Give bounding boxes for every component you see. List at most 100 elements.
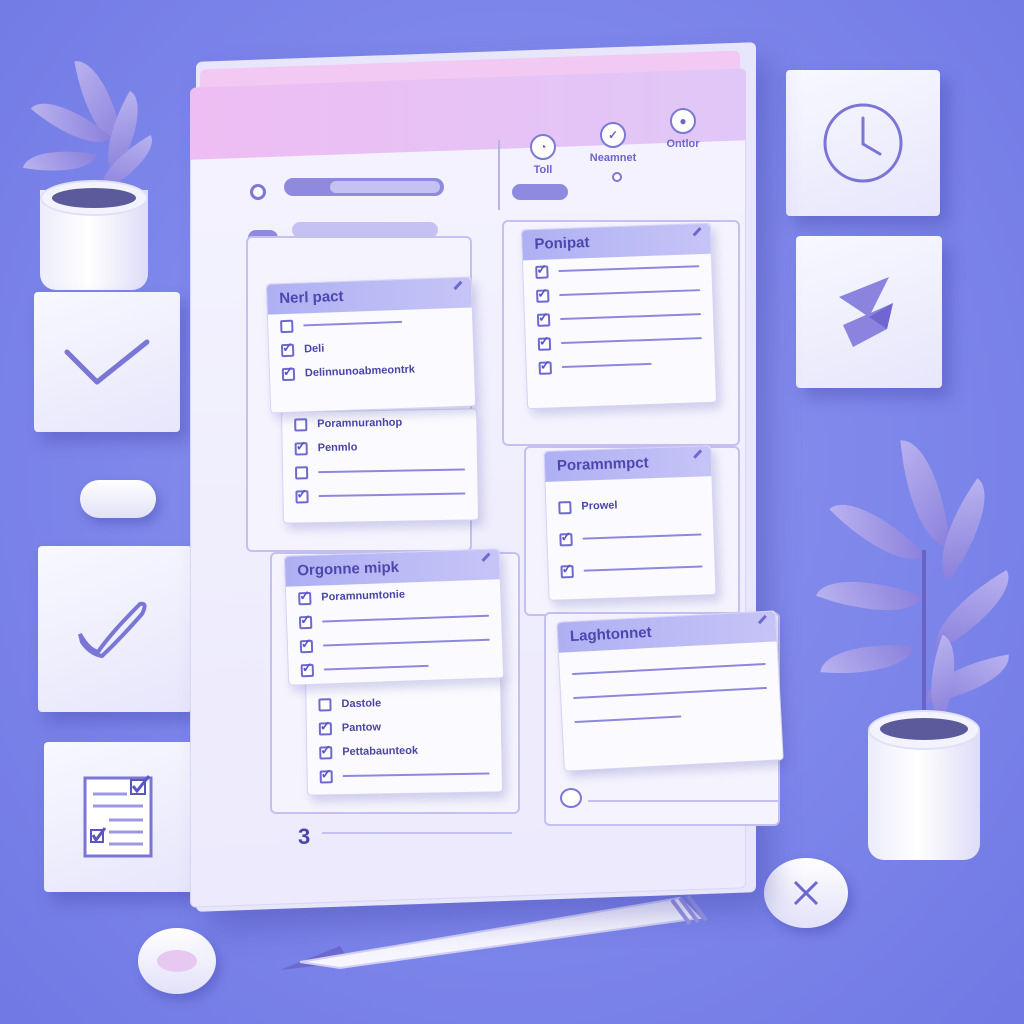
list-item[interactable] bbox=[308, 761, 502, 788]
list-item[interactable]: Poramnuranhop bbox=[282, 409, 476, 436]
list-item[interactable] bbox=[548, 554, 715, 584]
checkbox[interactable] bbox=[300, 663, 315, 677]
tab-toll[interactable]: ◔ Toll bbox=[508, 134, 578, 176]
eraser-button[interactable] bbox=[138, 928, 216, 994]
task-tile[interactable] bbox=[796, 236, 942, 388]
checkbox[interactable] bbox=[536, 312, 551, 327]
checkbox[interactable] bbox=[294, 441, 308, 455]
list-item[interactable]: Dastole bbox=[306, 689, 500, 716]
checkmark-icon bbox=[78, 601, 147, 659]
item-line bbox=[574, 715, 682, 724]
checkbox[interactable] bbox=[560, 564, 574, 578]
edit-icon[interactable] bbox=[692, 227, 702, 237]
check-tile[interactable] bbox=[34, 292, 180, 432]
close-icon bbox=[793, 880, 819, 906]
task-card-7[interactable]: Laghtonnet bbox=[556, 610, 784, 772]
footer-rule-right bbox=[588, 800, 778, 802]
list-item[interactable] bbox=[526, 350, 715, 381]
checkbox[interactable] bbox=[318, 721, 332, 735]
card-title: Ponipat bbox=[534, 233, 590, 253]
clock-tile[interactable] bbox=[786, 70, 940, 216]
checkbox[interactable] bbox=[298, 591, 312, 605]
task-card-1[interactable]: Nerl pact Deli Delinnunoabmeontrk bbox=[265, 276, 477, 414]
task-card-4[interactable]: Poramnmpct Prowel bbox=[543, 445, 717, 601]
checkbox[interactable] bbox=[558, 500, 572, 514]
tab-ontlor[interactable]: ● Ontlor bbox=[648, 108, 718, 150]
edit-icon[interactable] bbox=[693, 449, 703, 459]
item-line bbox=[571, 662, 766, 676]
checkbox[interactable] bbox=[281, 367, 296, 381]
check-tile-2[interactable] bbox=[38, 546, 192, 712]
checkbox[interactable] bbox=[537, 336, 552, 351]
item-line bbox=[560, 337, 702, 345]
card-title: Nerl pact bbox=[279, 287, 344, 308]
list-item[interactable]: Penmlo bbox=[282, 433, 476, 460]
card-header: Poramnmpct bbox=[544, 446, 712, 482]
checkbox[interactable] bbox=[280, 319, 294, 333]
check-circle-icon: ✓ bbox=[600, 122, 626, 148]
tab-ontlor-label: Ontlor bbox=[666, 138, 700, 150]
close-button[interactable] bbox=[764, 858, 848, 928]
checklist-document-icon bbox=[83, 775, 153, 858]
item-line bbox=[322, 614, 490, 623]
checkmark-icon bbox=[64, 339, 150, 385]
checkbox[interactable] bbox=[319, 745, 333, 759]
checkbox[interactable] bbox=[318, 697, 332, 711]
checkbox[interactable] bbox=[294, 417, 308, 431]
tab-neamnet-label: Neamnet bbox=[589, 152, 637, 164]
item-line bbox=[323, 664, 429, 671]
card-title: Laghtonnet bbox=[569, 623, 653, 646]
tab-neamnet[interactable]: ✓ Neamnet bbox=[578, 122, 648, 164]
edit-icon[interactable] bbox=[481, 552, 491, 562]
secondary-chip[interactable] bbox=[512, 184, 568, 200]
radio-button[interactable] bbox=[250, 184, 266, 200]
list-item[interactable] bbox=[283, 457, 477, 484]
item-line bbox=[559, 289, 701, 297]
plant-top-left bbox=[20, 40, 180, 290]
list-item[interactable] bbox=[283, 481, 477, 508]
checkbox[interactable] bbox=[295, 489, 309, 503]
clock-icon bbox=[823, 103, 903, 183]
checkbox[interactable] bbox=[298, 615, 313, 629]
item-text: Dastole bbox=[341, 697, 382, 711]
list-item[interactable] bbox=[547, 522, 714, 552]
list-item[interactable]: Pettabaunteok bbox=[307, 737, 501, 764]
item-line bbox=[561, 362, 652, 369]
task-card-5[interactable]: Orgonne mipk Poramnumtonie bbox=[283, 548, 505, 686]
item-line bbox=[558, 265, 700, 273]
checkbox[interactable] bbox=[280, 343, 295, 357]
small-dot[interactable] bbox=[612, 172, 622, 182]
page-number: 3 bbox=[298, 824, 311, 849]
tag-icon: ◔ bbox=[530, 134, 556, 160]
item-line bbox=[303, 320, 403, 327]
checkbox[interactable] bbox=[538, 360, 552, 375]
item-line bbox=[318, 492, 466, 498]
checkbox[interactable] bbox=[294, 465, 309, 479]
checkbox[interactable] bbox=[299, 639, 314, 653]
toggle-pill[interactable] bbox=[80, 480, 156, 518]
item-text: Penmlo bbox=[317, 441, 358, 455]
list-item[interactable]: Pantow bbox=[307, 713, 501, 740]
item-text: Poramnuranhop bbox=[317, 416, 403, 431]
task-card-3[interactable]: Ponipat bbox=[520, 222, 718, 410]
plant-right bbox=[770, 400, 1024, 870]
person-icon: ● bbox=[670, 108, 696, 134]
task-card-6[interactable]: Dastole Pantow Pettabaunteok bbox=[304, 674, 504, 796]
item-text: Delinnunoabmeontrk bbox=[304, 363, 416, 380]
checklist-tile[interactable] bbox=[44, 742, 194, 892]
folded-check-icon bbox=[839, 277, 893, 347]
comment-icon[interactable] bbox=[560, 788, 582, 808]
task-card-2[interactable]: Poramnuranhop Penmlo bbox=[281, 408, 479, 524]
item-line bbox=[560, 313, 702, 321]
edit-icon[interactable] bbox=[757, 614, 767, 625]
footer-rule bbox=[322, 832, 512, 834]
item-text: Prowel bbox=[581, 499, 618, 513]
edit-icon[interactable] bbox=[453, 280, 463, 291]
checkbox[interactable] bbox=[559, 532, 573, 546]
card-title: Poramnmpct bbox=[556, 454, 649, 475]
checkbox[interactable] bbox=[319, 769, 333, 783]
checkbox[interactable] bbox=[535, 264, 549, 279]
checkbox[interactable] bbox=[536, 288, 550, 303]
list-item[interactable]: Prowel bbox=[546, 490, 713, 520]
item-line bbox=[583, 565, 703, 572]
